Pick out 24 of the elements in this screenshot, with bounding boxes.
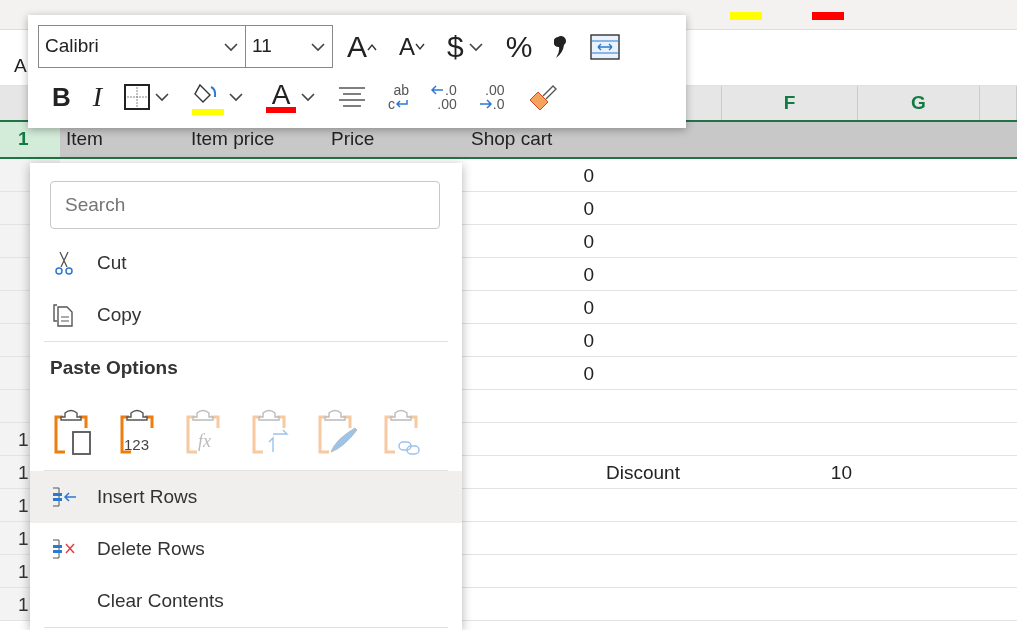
- table-cell-text: 0: [582, 263, 595, 287]
- table-cell-text: 0: [582, 362, 595, 386]
- field-value: 11: [252, 34, 272, 59]
- table-cell-text: Price: [330, 127, 376, 151]
- table-cell-text: Shop cart: [470, 127, 554, 151]
- field-value: Calibri: [45, 34, 99, 59]
- table-cell-text: Item price: [190, 127, 276, 151]
- table-cell-text: 0: [582, 197, 595, 221]
- section-header: Paste Options: [49, 356, 179, 380]
- icon-label: fx: [198, 430, 211, 453]
- table-cell-text: 10: [829, 461, 853, 485]
- icon-label: 123: [124, 435, 150, 455]
- button-label: ab: [393, 83, 410, 97]
- table-cell-text: 0: [582, 230, 595, 254]
- table-cell-text: 0: [582, 164, 595, 188]
- table-cell-text: 0: [582, 296, 595, 320]
- table-cell-text: Item: [65, 127, 104, 151]
- button-label: .00: [485, 83, 505, 97]
- button-label: .00: [437, 97, 457, 111]
- table-cell-text: 0: [582, 329, 595, 353]
- button-label: c: [388, 97, 396, 111]
- button-label: .0: [445, 83, 457, 97]
- button-label: .0: [492, 97, 505, 111]
- table-cell-text: Discount: [605, 461, 681, 485]
